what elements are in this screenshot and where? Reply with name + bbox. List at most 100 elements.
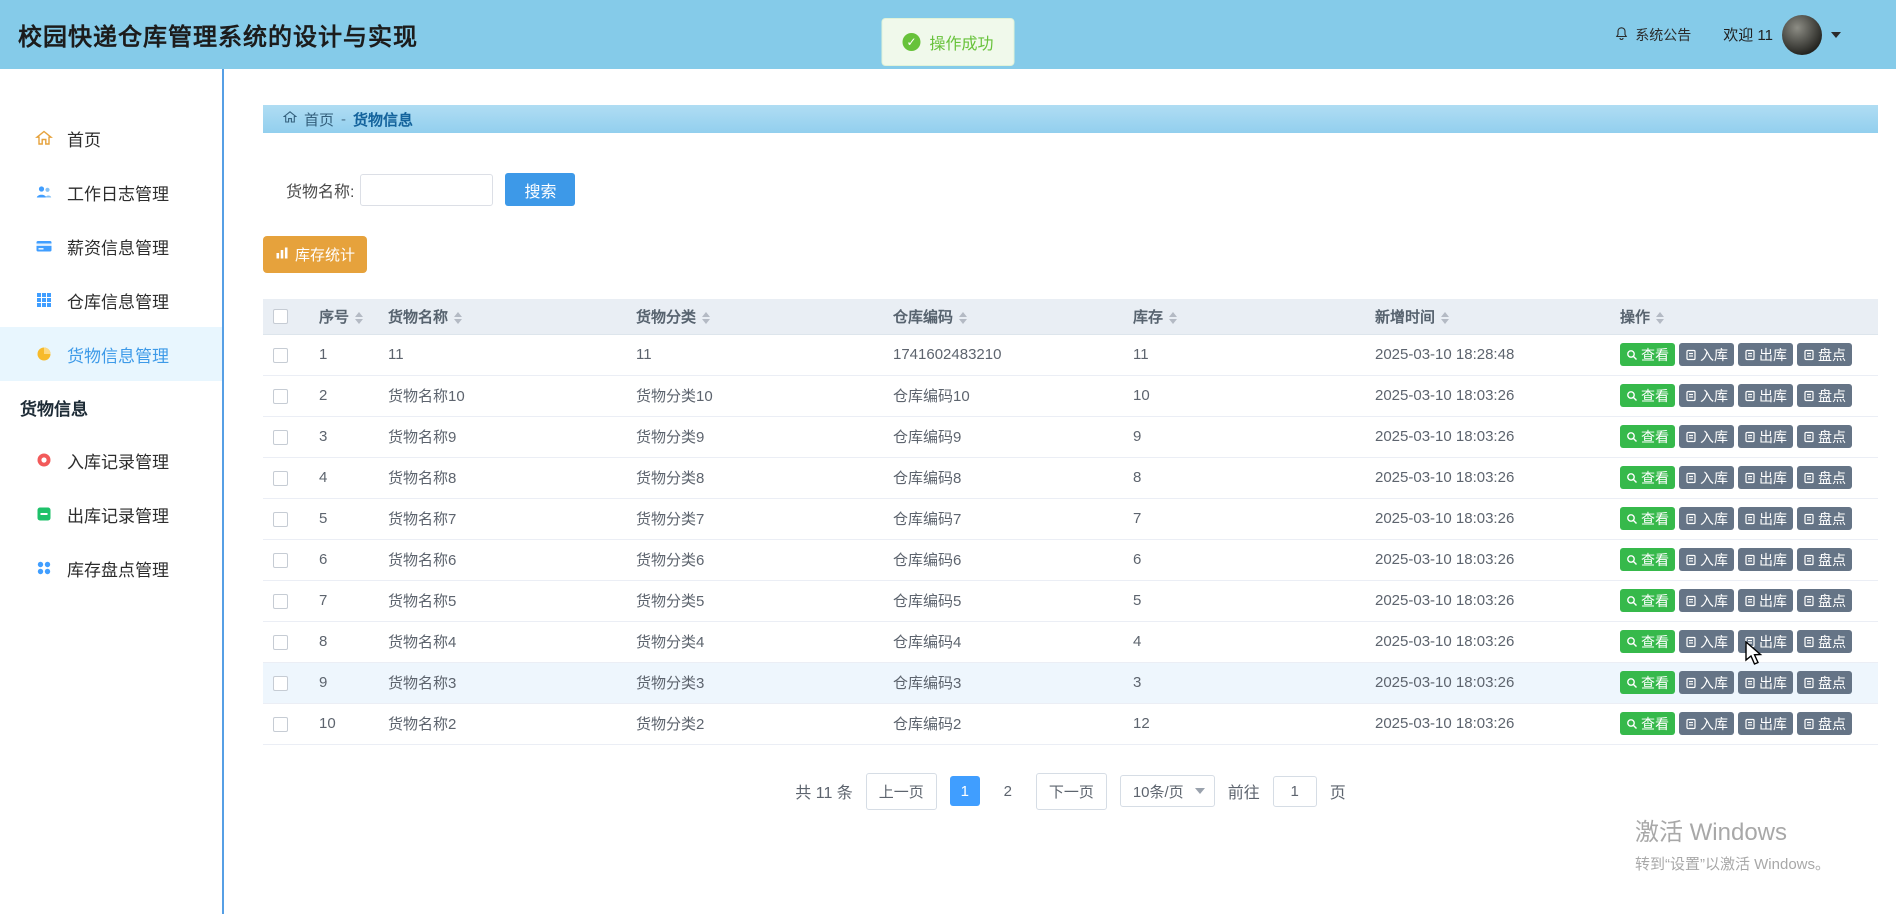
sort-icon[interactable] bbox=[959, 312, 967, 324]
action-label: 查看 bbox=[1641, 468, 1669, 488]
inbound-button[interactable]: 入库 bbox=[1679, 384, 1734, 407]
cell-time: 2025-03-10 18:28:48 bbox=[1365, 334, 1610, 375]
outbound-button[interactable]: 出库 bbox=[1738, 343, 1793, 366]
stocktake-button[interactable]: 盘点 bbox=[1797, 466, 1852, 489]
stocktake-button[interactable]: 盘点 bbox=[1797, 589, 1852, 612]
outbound-button[interactable]: 出库 bbox=[1738, 384, 1793, 407]
view-button[interactable]: 查看 bbox=[1620, 507, 1675, 530]
stocktake-button[interactable]: 盘点 bbox=[1797, 425, 1852, 448]
prev-page-button[interactable]: 上一页 bbox=[866, 773, 937, 810]
sidebar-item-home[interactable]: 首页 bbox=[0, 111, 222, 165]
column-header-label: 新增时间 bbox=[1375, 309, 1435, 326]
stocktake-button[interactable]: 盘点 bbox=[1797, 343, 1852, 366]
outbound-button[interactable]: 出库 bbox=[1738, 630, 1793, 653]
row-checkbox[interactable] bbox=[273, 512, 288, 527]
row-checkbox[interactable] bbox=[273, 676, 288, 691]
row-checkbox[interactable] bbox=[273, 717, 288, 732]
outbound-button[interactable]: 出库 bbox=[1738, 466, 1793, 489]
next-page-button[interactable]: 下一页 bbox=[1036, 773, 1107, 810]
sidebar-item-salary[interactable]: 薪资信息管理 bbox=[0, 219, 222, 273]
inbound-button[interactable]: 入库 bbox=[1679, 671, 1734, 694]
action-label: 出库 bbox=[1759, 550, 1787, 570]
inbound-button[interactable]: 入库 bbox=[1679, 425, 1734, 448]
outbound-button[interactable]: 出库 bbox=[1738, 507, 1793, 530]
inbound-button[interactable]: 入库 bbox=[1679, 343, 1734, 366]
outbound-button[interactable]: 出库 bbox=[1738, 548, 1793, 571]
sort-icon[interactable] bbox=[454, 312, 462, 324]
column-header[interactable]: 库存 bbox=[1123, 299, 1365, 334]
system-announcement-link[interactable]: 系统公告 bbox=[1614, 25, 1691, 45]
inventory-stats-button[interactable]: 库存统计 bbox=[263, 236, 367, 273]
sidebar-item-goods[interactable]: 货物信息管理 bbox=[0, 327, 222, 381]
inbound-button[interactable]: 入库 bbox=[1679, 630, 1734, 653]
column-header[interactable]: 仓库编码 bbox=[883, 299, 1123, 334]
sidebar-item-inbound[interactable]: 入库记录管理 bbox=[0, 433, 222, 487]
column-header[interactable]: 货物分类 bbox=[626, 299, 883, 334]
sidebar-item-stocktake[interactable]: 库存盘点管理 bbox=[0, 541, 222, 595]
document-icon bbox=[1685, 718, 1697, 730]
row-checkbox[interactable] bbox=[273, 430, 288, 445]
column-header-label: 货物名称 bbox=[388, 309, 448, 326]
page-size-select[interactable]: 10条/页 bbox=[1120, 775, 1215, 807]
sort-icon[interactable] bbox=[1441, 312, 1449, 324]
inventory-stats-label: 库存统计 bbox=[295, 244, 355, 265]
windows-activation-watermark: 激活 Windows 转到“设置”以激活 Windows。 bbox=[1635, 812, 1830, 874]
outbound-button[interactable]: 出库 bbox=[1738, 671, 1793, 694]
column-header[interactable]: 序号 bbox=[309, 299, 378, 334]
view-button[interactable]: 查看 bbox=[1620, 712, 1675, 735]
outbound-button[interactable]: 出库 bbox=[1738, 425, 1793, 448]
sidebar-item-warehouse[interactable]: 仓库信息管理 bbox=[0, 273, 222, 327]
document-icon bbox=[1685, 472, 1697, 484]
stocktake-button[interactable]: 盘点 bbox=[1797, 507, 1852, 530]
row-checkbox[interactable] bbox=[273, 348, 288, 363]
sidebar-item-worklog[interactable]: 工作日志管理 bbox=[0, 165, 222, 219]
inbound-button[interactable]: 入库 bbox=[1679, 466, 1734, 489]
inbound-button[interactable]: 入库 bbox=[1679, 507, 1734, 530]
inbound-button[interactable]: 入库 bbox=[1679, 589, 1734, 612]
row-checkbox[interactable] bbox=[273, 471, 288, 486]
row-checkbox[interactable] bbox=[273, 389, 288, 404]
document-icon bbox=[1744, 595, 1756, 607]
inbound-button[interactable]: 入库 bbox=[1679, 712, 1734, 735]
goods-name-input[interactable] bbox=[360, 174, 493, 206]
column-header[interactable]: 货物名称 bbox=[378, 299, 626, 334]
outbound-button[interactable]: 出库 bbox=[1738, 712, 1793, 735]
stocktake-button[interactable]: 盘点 bbox=[1797, 712, 1852, 735]
view-button[interactable]: 查看 bbox=[1620, 589, 1675, 612]
sidebar-item-outbound[interactable]: 出库记录管理 bbox=[0, 487, 222, 541]
view-button[interactable]: 查看 bbox=[1620, 548, 1675, 571]
row-checkbox[interactable] bbox=[273, 553, 288, 568]
page-2-button[interactable]: 2 bbox=[993, 776, 1023, 806]
select-all-checkbox[interactable] bbox=[273, 309, 288, 324]
sort-icon[interactable] bbox=[355, 312, 363, 324]
search-button[interactable]: 搜索 bbox=[505, 173, 575, 206]
inbound-button[interactable]: 入库 bbox=[1679, 548, 1734, 571]
view-button[interactable]: 查看 bbox=[1620, 343, 1675, 366]
row-checkbox[interactable] bbox=[273, 635, 288, 650]
sort-icon[interactable] bbox=[1169, 312, 1177, 324]
stocktake-button[interactable]: 盘点 bbox=[1797, 548, 1852, 571]
view-button[interactable]: 查看 bbox=[1620, 630, 1675, 653]
page-1-button[interactable]: 1 bbox=[950, 776, 980, 806]
column-header[interactable]: 操作 bbox=[1610, 299, 1878, 334]
row-checkbox[interactable] bbox=[273, 594, 288, 609]
view-button[interactable]: 查看 bbox=[1620, 671, 1675, 694]
user-menu[interactable]: 欢迎 11 bbox=[1723, 15, 1841, 55]
view-button[interactable]: 查看 bbox=[1620, 425, 1675, 448]
breadcrumb-home-link[interactable]: 首页 bbox=[304, 109, 334, 130]
goods-table: 序号货物名称货物分类仓库编码库存新增时间操作 11111174160248321… bbox=[263, 299, 1878, 745]
sort-icon[interactable] bbox=[1656, 312, 1664, 324]
row-actions-cell: 查看入库出库 盘点 bbox=[1610, 375, 1878, 416]
goto-page-input[interactable] bbox=[1273, 776, 1317, 807]
stocktake-button[interactable]: 盘点 bbox=[1797, 630, 1852, 653]
outbound-button[interactable]: 出库 bbox=[1738, 589, 1793, 612]
sort-icon[interactable] bbox=[702, 312, 710, 324]
stocktake-button[interactable]: 盘点 bbox=[1797, 671, 1852, 694]
cell-name: 货物名称2 bbox=[378, 703, 626, 744]
view-button[interactable]: 查看 bbox=[1620, 384, 1675, 407]
stocktake-button[interactable]: 盘点 bbox=[1797, 384, 1852, 407]
action-label: 盘点 bbox=[1818, 386, 1846, 406]
sidebar-menu: 首页工作日志管理薪资信息管理仓库信息管理货物信息管理货物信息入库记录管理出库记录… bbox=[0, 111, 222, 595]
view-button[interactable]: 查看 bbox=[1620, 466, 1675, 489]
column-header[interactable]: 新增时间 bbox=[1365, 299, 1610, 334]
